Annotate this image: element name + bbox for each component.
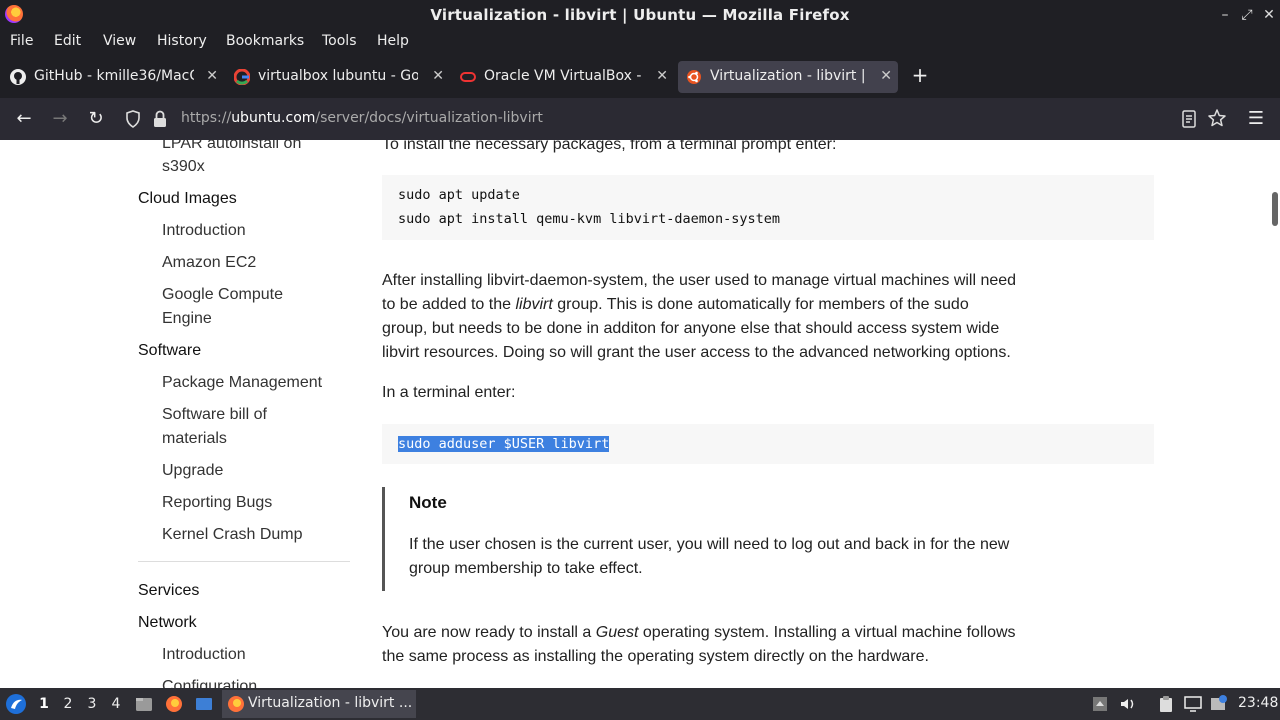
menu-file[interactable]: File (10, 33, 33, 49)
sidebar-group-software[interactable]: Software (138, 339, 201, 363)
menu-bookmarks[interactable]: Bookmarks (226, 33, 304, 49)
sidebar-item-network-introduction[interactable]: Introduction (162, 643, 246, 667)
close-tab-icon[interactable]: ✕ (432, 68, 444, 84)
code-line: sudo apt update (398, 187, 520, 203)
firefox-launcher-icon[interactable] (165, 695, 183, 713)
docs-sidebar: LPAR autoinstall on s390x Cloud Images I… (0, 140, 360, 688)
code-block-install[interactable]: sudo apt update sudo apt install qemu-kv… (382, 175, 1154, 240)
note-admonition: Note If the user chosen is the current u… (382, 487, 1032, 591)
sidebar-item-kernel-crash-dump[interactable]: Kernel Crash Dump (162, 523, 303, 547)
code-line: sudo apt install qemu-kvm libvirt-daemon… (398, 211, 781, 227)
sidebar-item-lpar-autoinstall[interactable]: LPAR autoinstall on (162, 140, 301, 156)
sidebar-item-upgrade[interactable]: Upgrade (162, 459, 223, 483)
tab-google-search[interactable]: virtualbox lubuntu - Goo ✕ (226, 61, 450, 93)
window-title: Virtualization - libvirt | Ubuntu — Mozi… (430, 6, 850, 24)
firefox-icon (228, 696, 244, 712)
sidebar-item-amazon-ec2[interactable]: Amazon EC2 (162, 251, 256, 275)
desktop-taskbar: 1 2 3 4 Virtualization - libvirt ... 23:… (0, 688, 1280, 720)
reader-view-icon[interactable] (1181, 110, 1197, 128)
note-title: Note (409, 493, 447, 512)
ubuntu-icon (687, 70, 701, 84)
sidebar-item-introduction[interactable]: Introduction (162, 219, 246, 243)
code-line-selected: sudo adduser $USER libvirt (398, 436, 610, 452)
tab-bar: GitHub - kmille36/MacOS ✕ virtualbox lub… (0, 56, 1280, 98)
workspace-2[interactable]: 2 (61, 696, 75, 712)
menu-edit[interactable]: Edit (54, 33, 81, 49)
display-icon[interactable] (1184, 695, 1202, 713)
oracle-icon (460, 72, 476, 82)
file-manager-icon[interactable] (135, 695, 153, 713)
tab-virtualization-libvirt[interactable]: Virtualization - libvirt | Ub ✕ (678, 61, 898, 93)
sidebar-item-google-compute-cont[interactable]: Engine (162, 307, 212, 331)
url-text[interactable]: https://ubuntu.com/server/docs/virtualiz… (181, 110, 543, 126)
sidebar-group-cloud-images[interactable]: Cloud Images (138, 187, 237, 211)
clipboard-icon[interactable] (1157, 695, 1175, 713)
app-menu-icon[interactable]: ☰ (1244, 107, 1268, 131)
bookmark-star-icon[interactable] (1208, 109, 1226, 127)
web-page: LPAR autoinstall on s390x Cloud Images I… (0, 140, 1280, 688)
tab-label: Virtualization - libvirt | Ub (710, 68, 870, 84)
update-notifier-icon[interactable] (1210, 695, 1228, 713)
sidebar-group-services[interactable]: Services (138, 579, 199, 603)
tab-label: GitHub - kmille36/MacOS (34, 68, 194, 84)
tab-oracle-virtualbox[interactable]: Oracle VM VirtualBox - Do ✕ (452, 61, 674, 93)
note-text: If the user chosen is the current user, … (409, 536, 1010, 577)
terminal-enter-text: In a terminal enter: (382, 384, 516, 401)
volume-icon[interactable] (1119, 695, 1137, 713)
new-tab-button[interactable]: + (909, 63, 931, 91)
scrollbar-thumb[interactable] (1272, 192, 1278, 226)
forward-icon[interactable]: → (48, 107, 72, 131)
lubuntu-menu-icon[interactable] (5, 693, 27, 715)
close-tab-icon[interactable]: ✕ (880, 68, 892, 84)
close-window-icon[interactable]: ✕ (1259, 5, 1279, 25)
sidebar-item-configuration[interactable]: Configuration (162, 675, 257, 688)
reload-icon[interactable]: ↻ (84, 107, 108, 131)
workspace-4[interactable]: 4 (109, 696, 123, 712)
article-content: To install the necessary packages, from … (382, 140, 1262, 688)
sidebar-item-reporting-bugs[interactable]: Reporting Bugs (162, 491, 272, 515)
paragraph-libvirt-group: After installing libvirt-daemon-system, … (382, 272, 1017, 361)
sidebar-item-software-bom[interactable]: Software bill of (162, 403, 267, 427)
sidebar-item-lpar-autoinstall-cont[interactable]: s390x (162, 155, 205, 179)
menu-bar: File Edit View History Bookmarks Tools H… (0, 30, 1280, 56)
sidebar-item-google-compute[interactable]: Google Compute (162, 283, 283, 307)
menu-view[interactable]: View (103, 33, 136, 49)
page-scrollbar[interactable] (1268, 140, 1280, 688)
taskbar-task-firefox[interactable]: Virtualization - libvirt ... (222, 690, 416, 718)
github-icon (10, 69, 26, 85)
restore-icon[interactable]: ⤢ (1237, 5, 1257, 25)
sidebar-divider (138, 561, 350, 562)
lock-icon[interactable] (153, 110, 167, 128)
window-titlebar: Virtualization - libvirt | Ubuntu — Mozi… (0, 0, 1280, 30)
back-icon[interactable]: ← (12, 107, 36, 131)
workspace-1[interactable]: 1 (37, 696, 51, 712)
url-field[interactable]: https://ubuntu.com/server/docs/virtualiz… (117, 103, 1207, 135)
tray-eject-icon[interactable] (1091, 695, 1109, 713)
google-icon (234, 69, 250, 85)
close-tab-icon[interactable]: ✕ (656, 68, 668, 84)
menu-help[interactable]: Help (377, 33, 409, 49)
taskbar-clock: 23:48 (1238, 695, 1279, 711)
tab-github[interactable]: GitHub - kmille36/MacOS ✕ (2, 61, 224, 93)
shield-icon[interactable] (125, 110, 141, 128)
task-label: Virtualization - libvirt ... (248, 695, 413, 711)
intro-text: To install the necessary packages, from … (382, 140, 837, 153)
code-block-adduser[interactable]: sudo adduser $USER libvirt (382, 424, 1154, 464)
tab-label: virtualbox lubuntu - Goo (258, 68, 418, 84)
sidebar-group-network[interactable]: Network (138, 611, 197, 635)
navigation-bar: ← → ↻ https://ubuntu.com/server/docs/vir… (0, 98, 1280, 140)
sidebar-item-software-bom-cont[interactable]: materials (162, 427, 227, 451)
close-tab-icon[interactable]: ✕ (206, 68, 218, 84)
menu-history[interactable]: History (157, 33, 207, 49)
show-desktop-icon[interactable] (195, 695, 213, 713)
paragraph-guest-os: You are now ready to install a Guest ope… (382, 624, 1016, 665)
tab-label: Oracle VM VirtualBox - Do (484, 68, 644, 84)
workspace-3[interactable]: 3 (85, 696, 99, 712)
menu-tools[interactable]: Tools (322, 33, 357, 49)
minimize-icon[interactable]: – (1215, 5, 1235, 25)
sidebar-item-package-management[interactable]: Package Management (162, 371, 322, 395)
